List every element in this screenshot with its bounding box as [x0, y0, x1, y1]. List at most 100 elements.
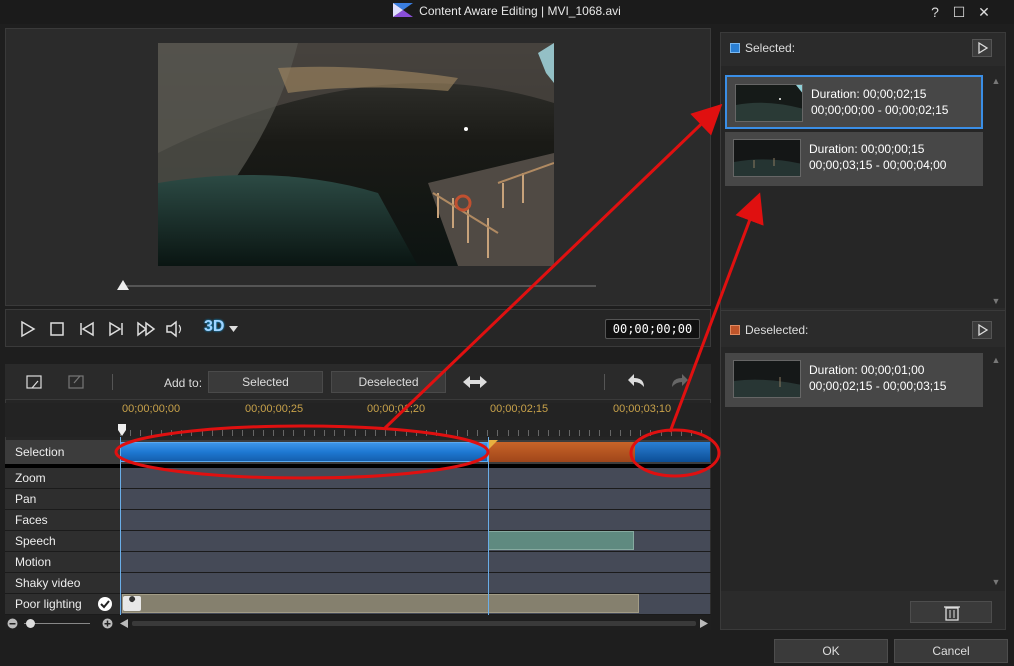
- selected-section-title: Selected:: [745, 41, 796, 55]
- mark-out-icon[interactable]: [66, 373, 88, 391]
- ruler-tick: [253, 430, 254, 436]
- play-deselected-button[interactable]: [972, 321, 992, 339]
- deselected-section-header: Deselected:: [722, 318, 1004, 350]
- ruler-tick: [181, 430, 182, 436]
- ruler-tick: [579, 430, 580, 436]
- maximize-button[interactable]: ☐: [948, 3, 970, 21]
- ruler-tick: [406, 430, 407, 436]
- ruler-tick: [589, 430, 590, 436]
- next-frame-icon[interactable]: [106, 320, 126, 338]
- zoom-out-icon[interactable]: [7, 618, 18, 629]
- ruler-tick: [650, 430, 651, 436]
- zoom-in-icon[interactable]: [102, 618, 113, 629]
- ruler-tick: [202, 430, 203, 436]
- scroll-right-icon[interactable]: [700, 619, 708, 628]
- deselected-clip-card[interactable]: Duration: 00;00;01;00 00;00;02;15 - 00;0…: [725, 353, 983, 407]
- ruler-tick: [222, 430, 223, 436]
- ruler-tick: [630, 430, 631, 436]
- segment-handle-icon[interactable]: [488, 440, 498, 450]
- timecode-display: 00;00;00;00: [605, 319, 700, 339]
- ruler-tick: [467, 430, 468, 436]
- clip-duration: Duration: 00;00;02;15: [811, 87, 927, 101]
- ruler-tick: [681, 430, 682, 436]
- redo-icon[interactable]: [668, 372, 690, 392]
- ruler-label: 00;00;02;15: [490, 403, 549, 415]
- track-lane[interactable]: [120, 552, 710, 572]
- ruler-tick: [518, 430, 519, 436]
- video-preview: [158, 43, 554, 266]
- selected-clip-card[interactable]: Duration: 00;00;02;15 00;00;00;00 - 00;0…: [725, 75, 983, 129]
- poor-lighting-segment[interactable]: [122, 594, 639, 613]
- 3d-dropdown-chevron-icon[interactable]: [229, 326, 238, 332]
- track-lane[interactable]: [120, 510, 710, 530]
- ruler-tick: [140, 430, 141, 436]
- track-lane[interactable]: [120, 573, 710, 593]
- ruler-tick: [212, 430, 213, 436]
- track-lane[interactable]: [120, 489, 710, 509]
- fix-wrench-button[interactable]: [123, 596, 141, 611]
- enabled-check-icon[interactable]: [97, 596, 113, 612]
- selected-segment[interactable]: [120, 442, 488, 462]
- previous-frame-icon[interactable]: [77, 320, 97, 338]
- volume-icon[interactable]: [165, 320, 185, 338]
- close-button[interactable]: ✕: [973, 3, 995, 21]
- zoom-slider-thumb[interactable]: [26, 619, 35, 628]
- fast-forward-icon[interactable]: [136, 320, 156, 338]
- ruler-tick: [559, 430, 560, 436]
- ruler-tick: [671, 430, 672, 436]
- ok-button[interactable]: OK: [774, 639, 888, 663]
- add-to-selected-button[interactable]: Selected: [208, 371, 323, 393]
- add-to-deselected-button[interactable]: Deselected: [331, 371, 446, 393]
- play-icon[interactable]: [18, 320, 38, 338]
- track-label-faces: Faces: [15, 513, 48, 527]
- undo-icon[interactable]: [626, 372, 648, 392]
- deselected-segment[interactable]: [488, 442, 635, 462]
- deselected-section-title: Deselected:: [745, 323, 809, 337]
- ruler-tick: [620, 430, 621, 436]
- ruler-tick: [548, 430, 549, 436]
- ruler-label: 00;00;01;20: [367, 403, 426, 415]
- ruler-tick: [538, 430, 539, 436]
- selected-segment-2[interactable]: [635, 442, 710, 462]
- track-lane[interactable]: [120, 468, 710, 488]
- ruler-tick: [661, 430, 662, 436]
- list-scroll-down-icon[interactable]: ▼: [990, 577, 1002, 587]
- selection-row-divider: [5, 464, 711, 468]
- play-icon: [978, 323, 989, 337]
- list-scroll-up-icon[interactable]: ▲: [990, 76, 1002, 86]
- list-scroll-up-icon[interactable]: ▲: [990, 355, 1002, 365]
- timeline-horizontal-scrollbar[interactable]: [132, 621, 696, 626]
- play-selected-button[interactable]: [972, 39, 992, 57]
- timeline-ruler[interactable]: [5, 403, 711, 437]
- ruler-tick: [263, 430, 264, 436]
- playhead-line: [120, 437, 121, 615]
- playhead-marker-icon[interactable]: [118, 424, 126, 436]
- cancel-button[interactable]: Cancel: [894, 639, 1008, 663]
- preview-scrubber-track[interactable]: [124, 285, 596, 287]
- clip-thumbnail: [733, 360, 801, 398]
- selected-clip-card[interactable]: Duration: 00;00;00;15 00;00;03;15 - 00;0…: [725, 132, 983, 186]
- fit-timeline-icon[interactable]: [461, 374, 489, 390]
- ruler-tick: [151, 430, 152, 436]
- track-label-speech: Speech: [15, 534, 56, 548]
- 3d-mode-button[interactable]: 3D: [204, 318, 230, 340]
- scroll-left-icon[interactable]: [120, 619, 128, 628]
- app-logo-icon: [393, 3, 414, 17]
- ruler-tick: [446, 430, 447, 436]
- scrubber-thumb[interactable]: [117, 280, 129, 292]
- selected-section-header: Selected:: [722, 36, 1004, 68]
- play-icon: [978, 41, 989, 55]
- track-label-pan: Pan: [15, 492, 37, 506]
- ruler-tick: [191, 430, 192, 436]
- speech-segment[interactable]: [488, 531, 634, 550]
- mark-in-icon[interactable]: [24, 373, 46, 391]
- ruler-tick: [273, 430, 274, 436]
- ruler-label: 00;00;03;10: [613, 403, 672, 415]
- clip-range: 00;00;00;00 - 00;00;02;15: [811, 103, 949, 117]
- list-scroll-down-icon[interactable]: ▼: [990, 296, 1002, 306]
- ruler-tick: [640, 430, 641, 436]
- help-button[interactable]: ?: [924, 3, 946, 21]
- stop-icon[interactable]: [47, 320, 67, 338]
- delete-button[interactable]: [910, 601, 992, 623]
- ruler-tick: [242, 430, 243, 436]
